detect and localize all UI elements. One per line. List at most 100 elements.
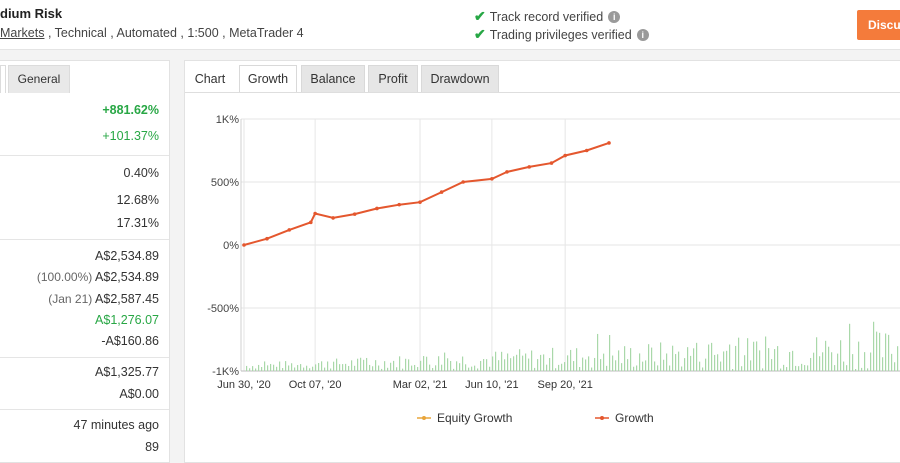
trade-bar bbox=[813, 352, 815, 371]
trade-bar bbox=[465, 364, 467, 371]
trade-bar bbox=[717, 354, 719, 371]
trade-bar bbox=[801, 363, 803, 371]
tab-previous[interactable] bbox=[0, 65, 6, 93]
trade-bar bbox=[378, 365, 380, 371]
trade-bar bbox=[369, 364, 371, 371]
trade-bar bbox=[252, 366, 254, 371]
trade-bar bbox=[402, 368, 404, 371]
trade-bar bbox=[876, 331, 878, 371]
trade-bar bbox=[657, 365, 659, 371]
trade-bar bbox=[666, 353, 668, 371]
y-tick-label: 500% bbox=[211, 177, 239, 189]
trade-bar bbox=[777, 346, 779, 371]
trade-bar bbox=[444, 352, 446, 371]
growth-point bbox=[563, 153, 567, 158]
trade-bar bbox=[276, 366, 278, 371]
trade-bar bbox=[615, 360, 617, 371]
equity-value: A$2,534.89 bbox=[95, 270, 159, 284]
chart-panel: Chart Growth Balance Profit Drawdown 1K%… bbox=[184, 60, 900, 463]
info-icon[interactable]: i bbox=[608, 10, 621, 23]
tab-drawdown[interactable]: Drawdown bbox=[421, 65, 499, 93]
trade-bar bbox=[798, 366, 800, 371]
divider bbox=[0, 357, 169, 358]
trade-bar bbox=[633, 366, 635, 371]
trade-bar bbox=[825, 340, 827, 371]
trade-bar bbox=[264, 361, 266, 371]
trade-bar bbox=[690, 355, 692, 371]
growth-point bbox=[439, 190, 444, 194]
trade-bar bbox=[882, 357, 884, 371]
trade-bar bbox=[474, 365, 476, 371]
trade-bar bbox=[714, 354, 716, 371]
trade-bar bbox=[672, 345, 674, 371]
trade-bar bbox=[810, 357, 812, 371]
trade-bar bbox=[735, 345, 737, 371]
trade-bar bbox=[609, 335, 611, 371]
trade-bar bbox=[429, 364, 431, 371]
trade-bar bbox=[618, 350, 620, 371]
trade-bar bbox=[417, 367, 419, 371]
profit-value: A$1,276.07 bbox=[95, 313, 159, 327]
tab-balance[interactable]: Balance bbox=[301, 65, 365, 93]
trade-bar bbox=[384, 361, 386, 371]
trade-bar bbox=[390, 362, 392, 371]
trade-bar bbox=[396, 367, 398, 371]
legend-equity-marker bbox=[422, 416, 426, 420]
tab-growth[interactable]: Growth bbox=[239, 65, 297, 93]
growth-point bbox=[287, 228, 292, 232]
trade-bar bbox=[630, 348, 632, 371]
trade-bar bbox=[765, 336, 767, 371]
trade-bar bbox=[351, 360, 353, 371]
markets-link[interactable]: Markets bbox=[0, 26, 44, 40]
trade-bar bbox=[696, 342, 698, 371]
trade-bar bbox=[348, 365, 350, 371]
trade-bar bbox=[573, 361, 575, 371]
trade-bar bbox=[840, 340, 842, 371]
trade-bar bbox=[594, 357, 596, 371]
trade-bar bbox=[462, 356, 464, 371]
updated-value: 47 minutes ago bbox=[73, 418, 159, 432]
trade-bar bbox=[315, 364, 317, 371]
trade-bar bbox=[582, 357, 584, 371]
trade-bar bbox=[528, 358, 530, 371]
growth-point bbox=[309, 220, 313, 225]
discuss-button[interactable]: Discus bbox=[857, 10, 900, 40]
trade-bar bbox=[807, 365, 809, 371]
trade-bar bbox=[492, 356, 494, 371]
trade-bar bbox=[372, 366, 374, 371]
trade-bar bbox=[288, 365, 290, 371]
trade-bar bbox=[567, 355, 569, 371]
growth-point bbox=[375, 206, 379, 211]
trade-bar bbox=[648, 344, 650, 371]
track-record-verified: ✔ Track record verified i bbox=[474, 8, 621, 25]
tab-chart[interactable]: Chart bbox=[189, 65, 231, 93]
trade-bar bbox=[828, 346, 830, 371]
info-icon[interactable]: i bbox=[636, 28, 649, 41]
gain-value: +881.62% bbox=[102, 103, 159, 117]
growth-point bbox=[265, 236, 269, 241]
trade-bar bbox=[855, 368, 857, 371]
trade-bar bbox=[486, 359, 488, 371]
chart-tabs: Chart Growth Balance Profit Drawdown bbox=[185, 65, 900, 93]
tab-general[interactable]: General bbox=[8, 65, 70, 93]
growth-point bbox=[490, 177, 494, 181]
trade-bar bbox=[669, 365, 671, 371]
trade-bar bbox=[423, 356, 425, 371]
trade-bar bbox=[852, 354, 854, 371]
trade-bar bbox=[327, 361, 329, 371]
trade-bar bbox=[681, 366, 683, 371]
tab-profit[interactable]: Profit bbox=[368, 65, 418, 93]
trade-bar bbox=[663, 359, 665, 371]
trade-bar bbox=[705, 358, 707, 371]
trade-bar bbox=[564, 362, 566, 371]
trade-bar bbox=[456, 361, 458, 371]
trade-bar bbox=[678, 351, 680, 371]
trade-bar bbox=[342, 364, 344, 371]
trade-bar bbox=[558, 364, 560, 371]
trade-bar bbox=[426, 356, 428, 371]
trade-bar bbox=[645, 360, 647, 371]
trade-bar bbox=[519, 349, 521, 371]
y-axis-ticks: 1K% 500% 0% -500% -1K% bbox=[207, 114, 239, 378]
trade-bar bbox=[555, 368, 557, 371]
account-title: dium Risk bbox=[0, 6, 63, 21]
